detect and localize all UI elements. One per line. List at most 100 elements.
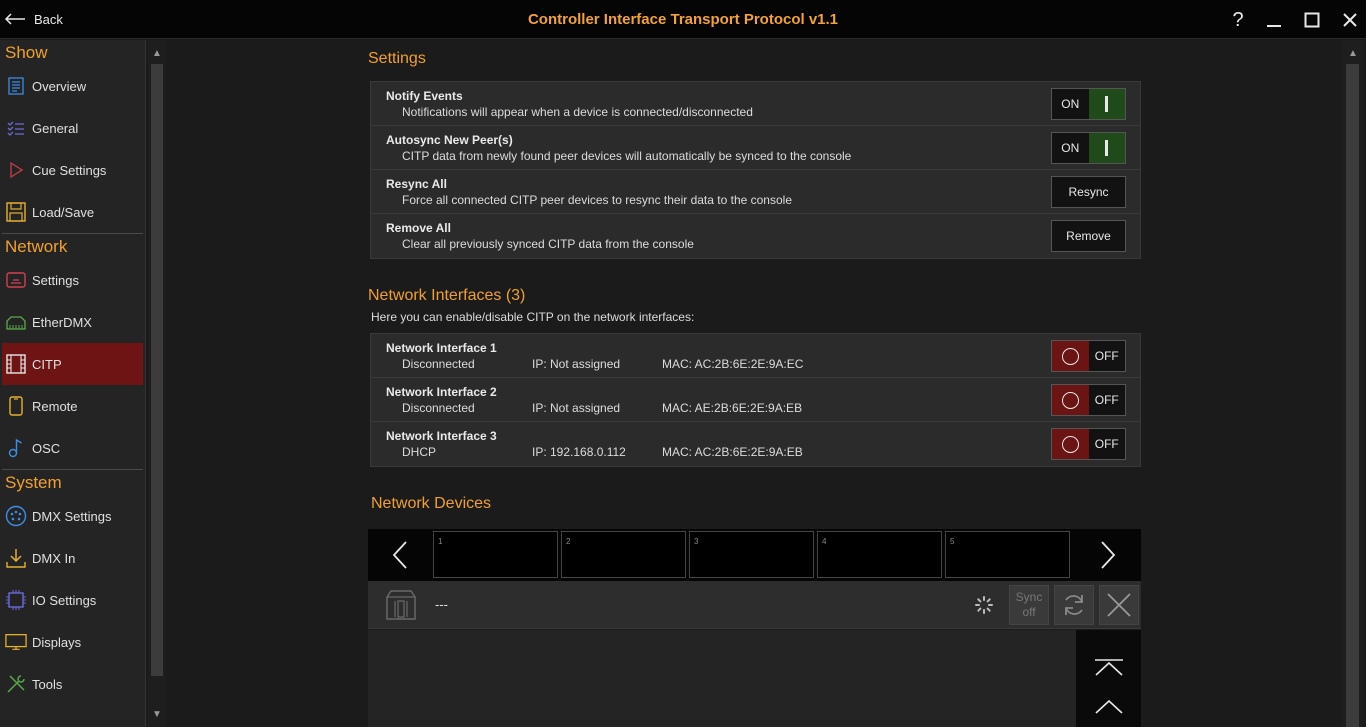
toggle-state-label: OFF [1094,393,1119,407]
interface-3-toggle[interactable]: OFF [1051,428,1126,460]
interfaces-heading: Network Interfaces (3) [368,287,526,304]
sidebar-item-dmx-settings[interactable]: DMX Settings [0,495,145,537]
sidebar-item-network-settings[interactable]: Settings [0,259,145,301]
device-slot[interactable]: 4 [817,531,942,578]
device-detail-area [368,630,1141,727]
device-server-icon [386,590,416,620]
sidebar-item-etherdmx[interactable]: EtherDMX [0,301,145,343]
slot-number: 4 [822,537,827,546]
film-icon [5,353,27,375]
network-settings-icon [5,269,27,291]
interface-1-toggle[interactable]: OFF [1051,340,1126,372]
toggle-on-knob-icon [1088,133,1125,163]
row-title: Autosync New Peer(s) [386,133,513,147]
sidebar-item-osc[interactable]: OSC [0,427,145,469]
prev-device-button[interactable] [368,529,432,581]
interface-row: Network Interface 1 Disconnected IP: Not… [371,334,1140,378]
next-device-button[interactable] [1076,529,1140,581]
phone-icon [5,395,27,417]
list-icon [5,75,27,97]
setting-row-autosync: Autosync New Peer(s) CITP data from newl… [371,126,1140,170]
scrollbar-thumb[interactable] [1346,64,1359,727]
chevron-right-icon [1101,541,1116,569]
ethernet-icon [5,311,27,333]
maximize-icon [1304,12,1320,28]
interface-status: Disconnected [402,401,475,415]
sidebar-item-general[interactable]: General [0,107,145,149]
sidebar-item-label: DMX Settings [32,508,112,524]
maximize-button[interactable] [1298,6,1326,34]
sync-state: off [1022,605,1036,619]
remove-device-button[interactable] [1099,585,1139,625]
play-icon [5,159,27,181]
remove-button[interactable]: Remove [1051,220,1126,252]
section-header-network: Network [5,237,68,256]
scroll-down-arrow-icon[interactable]: ▼ [148,707,166,721]
sidebar-item-tools[interactable]: Tools [0,663,145,705]
scrollbar-thumb[interactable] [151,64,163,676]
sync-toggle-button[interactable]: Sync off [1009,585,1049,625]
device-scroll-controls [1076,630,1141,727]
section-header-system: System [5,473,62,492]
sidebar-item-label: Overview [32,78,87,94]
sidebar-item-displays[interactable]: Displays [0,621,145,663]
toggle-off-knob-icon [1052,385,1089,415]
sidebar-item-citp[interactable]: CITP [2,343,143,385]
row-title: Notify Events [386,89,463,103]
main-scrollbar[interactable]: ▲ [1342,40,1364,727]
interface-mac: MAC: AC:2B:6E:2E:9A:EC [662,357,804,371]
sidebar-scrollbar[interactable]: ▲ ▼ [148,40,166,727]
chevron-left-icon [392,541,407,569]
device-slot[interactable]: 5 [945,531,1070,578]
sidebar-item-label: General [32,120,79,136]
sidebar-item-label: DMX In [32,550,76,566]
scroll-up-arrow-icon[interactable]: ▲ [1342,46,1364,60]
interface-mac: MAC: AC:2B:6E:2E:9A:EB [662,445,803,459]
section-header-show: Show [5,43,48,62]
setting-row-remove-all: Remove All Clear all previously synced C… [371,214,1140,258]
sidebar-item-remote[interactable]: Remote [0,385,145,427]
interface-status: DHCP [402,445,437,459]
scroll-up-button[interactable] [1086,692,1131,722]
row-title: Network Interface 1 [386,341,497,355]
device-slot[interactable]: 2 [561,531,686,578]
row-description: Notifications will appear when a device … [402,105,753,119]
app-window: Back Controller Interface Transport Prot… [0,0,1366,727]
sidebar-item-dmx-in[interactable]: DMX In [0,537,145,579]
toggle-off-knob-icon [1052,341,1089,371]
interface-row: Network Interface 3 DHCP IP: 192.168.0.1… [371,422,1140,466]
minimize-button[interactable] [1260,6,1288,34]
sidebar-item-label: Tools [32,676,63,692]
sidebar-item-label: Displays [32,634,82,650]
scroll-to-top-button[interactable] [1086,652,1131,682]
device-slot[interactable]: 1 [433,531,558,578]
scroll-up-arrow-icon[interactable]: ▲ [148,46,166,60]
device-strip: 1 2 3 4 5 [368,529,1141,581]
interface-ip: IP: Not assigned [532,401,621,415]
toggle-off-knob-icon [1052,429,1089,459]
sidebar-item-overview[interactable]: Overview [0,65,145,107]
close-button[interactable] [1336,6,1364,34]
device-toolbar: --- Sync off [368,581,1141,629]
interface-ip: IP: 192.168.0.112 [532,445,626,459]
notify-events-toggle[interactable]: ON [1051,88,1126,120]
download-icon [5,547,27,569]
interface-ip: IP: Not assigned [532,357,621,371]
minimize-icon [1267,25,1281,27]
sidebar-item-io-settings[interactable]: IO Settings [0,579,145,621]
sidebar-item-label: CITP [32,356,62,372]
help-button[interactable]: ? [1224,6,1252,34]
chevron-up-icon [1094,699,1123,714]
loading-spinner-icon [975,596,993,614]
sidebar-item-load-save[interactable]: Load/Save [0,191,145,233]
sidebar-item-label: IO Settings [32,592,97,608]
sidebar: Show Overview General Cue Settings Load/… [0,40,146,727]
device-slot[interactable]: 3 [689,531,814,578]
monitor-icon [5,631,27,653]
interface-2-toggle[interactable]: OFF [1051,384,1126,416]
refresh-icon [1065,595,1083,615]
resync-button[interactable]: Resync [1051,176,1126,208]
refresh-button[interactable] [1054,585,1094,625]
sidebar-item-cue-settings[interactable]: Cue Settings [0,149,145,191]
autosync-toggle[interactable]: ON [1051,132,1126,164]
